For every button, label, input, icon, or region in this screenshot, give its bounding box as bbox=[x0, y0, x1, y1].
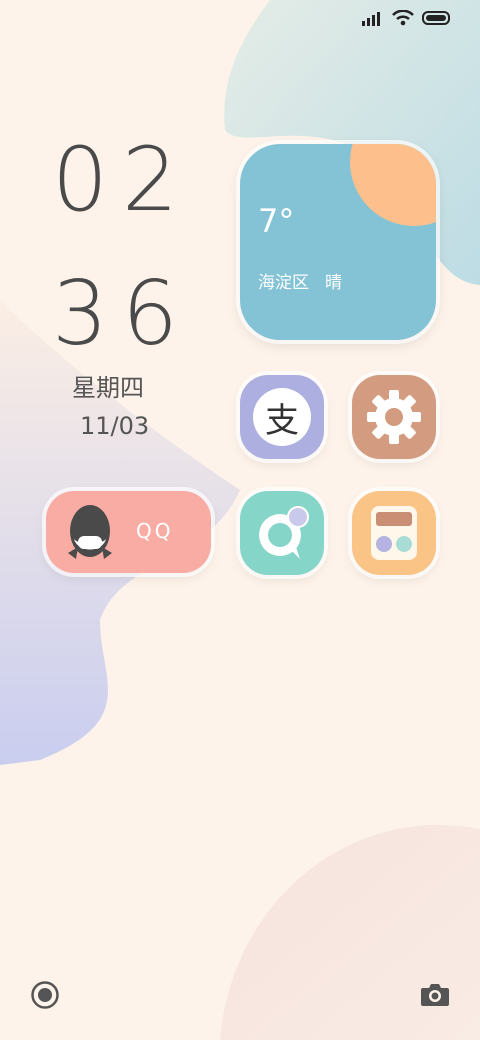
qq-label: QQ bbox=[136, 519, 174, 543]
camera-button[interactable] bbox=[420, 980, 450, 1012]
clock-date: 11/03 bbox=[80, 412, 150, 440]
wifi-icon bbox=[392, 10, 414, 26]
clock-minutes[interactable]: 36 bbox=[52, 262, 192, 365]
weather-widget[interactable]: 7° 海淀区 晴 bbox=[240, 144, 436, 340]
chat-bubble-icon bbox=[259, 506, 309, 559]
penguin-icon bbox=[68, 505, 112, 559]
weather-temperature: 7° bbox=[258, 202, 295, 240]
qq-widget[interactable]: QQ bbox=[46, 491, 211, 573]
settings-app[interactable] bbox=[352, 375, 436, 459]
gear-icon bbox=[367, 390, 421, 444]
sun-icon bbox=[350, 144, 436, 226]
status-bar bbox=[362, 10, 452, 26]
calculator-app[interactable] bbox=[352, 491, 436, 575]
chat-app[interactable] bbox=[240, 491, 324, 575]
alipay-app[interactable]: 支 bbox=[240, 375, 324, 459]
clock-weekday: 星期四 bbox=[72, 374, 144, 402]
clock-hours[interactable]: 02 bbox=[52, 128, 192, 231]
alipay-icon: 支 bbox=[253, 388, 311, 446]
weather-condition: 晴 bbox=[325, 273, 342, 293]
signal-bars-icon bbox=[362, 12, 380, 26]
weather-location-row: 海淀区 晴 bbox=[258, 268, 342, 293]
record-icon bbox=[31, 981, 59, 1009]
camera-icon bbox=[421, 984, 449, 1006]
record-button[interactable] bbox=[30, 980, 60, 1014]
battery-icon bbox=[422, 11, 450, 25]
calculator-icon bbox=[371, 506, 417, 560]
weather-location: 海淀区 bbox=[258, 273, 309, 293]
alipay-glyph: 支 bbox=[265, 400, 299, 441]
